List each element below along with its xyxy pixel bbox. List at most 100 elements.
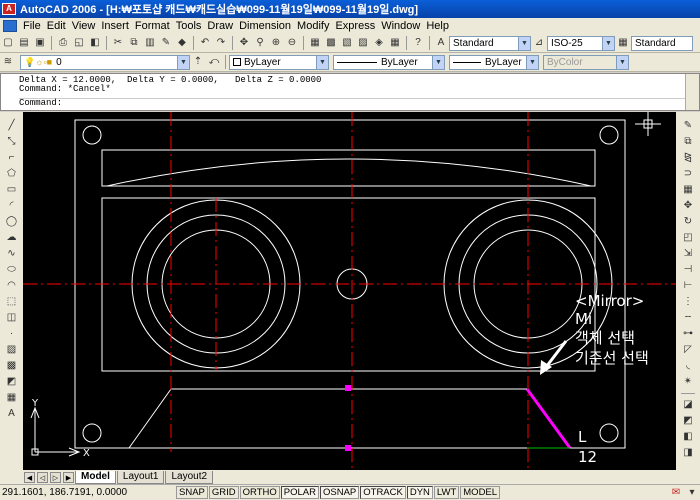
layer-manager-icon[interactable]: ≋ (1, 55, 15, 69)
osnap-toggle[interactable]: OSNAP (319, 486, 360, 499)
line-icon[interactable]: ╱ (5, 119, 19, 133)
spline-icon[interactable]: ∿ (5, 247, 19, 261)
redo-icon[interactable]: ↷ (214, 36, 228, 50)
matchprop-icon[interactable]: ✎ (159, 36, 173, 50)
properties-icon[interactable]: ▦ (308, 36, 322, 50)
arc-icon[interactable]: ◜ (5, 199, 19, 213)
quickcalc-icon[interactable]: ▦ (388, 36, 402, 50)
break-at-point-icon[interactable]: ⋮ (681, 295, 695, 309)
preview-icon[interactable]: ◱ (72, 36, 86, 50)
ortho-toggle[interactable]: ORTHO (239, 486, 280, 499)
construction-line-icon[interactable]: ⤡ (5, 135, 19, 149)
coordinate-readout[interactable]: 291.1601, 186.7191, 0.0000 (0, 487, 176, 498)
autocad-app-icon[interactable]: A (2, 3, 16, 15)
color-select[interactable]: ByLayer ▼ (229, 54, 329, 70)
dyn-toggle[interactable]: DYN (406, 486, 433, 499)
text-style-icon[interactable]: A (434, 36, 448, 50)
circle-icon[interactable]: ◯ (5, 215, 19, 229)
mtext-icon[interactable]: A (5, 407, 19, 421)
layer-previous-icon[interactable]: ⤺ (207, 55, 221, 69)
plot-icon[interactable]: ⎙ (56, 36, 70, 50)
designcenter-icon[interactable]: ▩ (324, 36, 338, 50)
undo-icon[interactable]: ↶ (198, 36, 212, 50)
menu-view[interactable]: View (69, 18, 99, 34)
prev-tab-icon[interactable]: ◁ (37, 471, 48, 483)
explode-icon[interactable]: ✴ (681, 375, 695, 389)
join-icon[interactable]: ⊶ (681, 327, 695, 341)
linetype-select[interactable]: ByLayer ▼ (333, 54, 445, 70)
drawing-canvas[interactable]: <Mirror> Mi 객체 선택 기준선 선택 L 12 Y X (23, 112, 676, 470)
command-line[interactable]: Delta X = 12.0000, Delta Y = 0.0000, Del… (0, 73, 700, 111)
zoom-previous-icon[interactable]: ⊖ (285, 36, 299, 50)
point-icon[interactable]: · (5, 327, 19, 341)
polygon-icon[interactable]: ⬠ (5, 167, 19, 181)
zoom-window-icon[interactable]: ⊕ (269, 36, 283, 50)
polyline-icon[interactable]: ⌐ (5, 151, 19, 165)
menu-help[interactable]: Help (423, 18, 452, 34)
text-style-select[interactable]: Standard ▼ (449, 35, 531, 51)
lwt-toggle[interactable]: LWT (433, 486, 460, 499)
extend-icon[interactable]: ⊢ (681, 279, 695, 293)
menu-format[interactable]: Format (132, 18, 173, 34)
menu-insert[interactable]: Insert (98, 18, 132, 34)
dim-style-icon[interactable]: ⊿ (532, 36, 546, 50)
zoom-realtime-icon[interactable]: ⚲ (253, 36, 267, 50)
move-icon[interactable]: ✥ (681, 199, 695, 213)
grid-toggle[interactable]: GRID (208, 486, 239, 499)
stretch-icon[interactable]: ⇲ (681, 247, 695, 261)
menu-modify[interactable]: Modify (294, 18, 332, 34)
ellipse-arc-icon[interactable]: ◠ (5, 279, 19, 293)
snap-toggle[interactable]: SNAP (176, 486, 208, 499)
draworder-above-icon[interactable]: ◧ (681, 430, 695, 444)
lineweight-select[interactable]: ByLayer ▼ (449, 54, 539, 70)
dim-style-select[interactable]: ISO-25 ▼ (547, 35, 615, 51)
chevron-down-icon[interactable]: ▼ (316, 55, 328, 69)
command-prompt[interactable]: Command: (19, 98, 699, 108)
draworder-under-icon[interactable]: ◨ (681, 446, 695, 460)
chamfer-icon[interactable]: ◸ (681, 343, 695, 357)
first-tab-icon[interactable]: ◀ (24, 471, 35, 483)
otrack-toggle[interactable]: OTRACK (360, 486, 406, 499)
menu-edit[interactable]: Edit (44, 18, 69, 34)
menu-express[interactable]: Express (332, 18, 378, 34)
copy-object-icon[interactable]: ⧉ (681, 135, 695, 149)
layer-select[interactable]: 💡☼▫■ 0 ▼ (20, 54, 190, 70)
next-tab-icon[interactable]: ▷ (50, 471, 61, 483)
table-icon[interactable]: ▦ (5, 391, 19, 405)
menu-window[interactable]: Window (378, 18, 423, 34)
rectangle-icon[interactable]: ▭ (5, 183, 19, 197)
insert-block-icon[interactable]: ⬚ (5, 295, 19, 309)
polar-toggle[interactable]: POLAR (280, 486, 319, 499)
tab-layout1[interactable]: Layout1 (116, 470, 165, 484)
help-icon[interactable]: ? (411, 36, 425, 50)
last-tab-icon[interactable]: ▶ (63, 471, 74, 483)
status-menu-icon[interactable]: ▾ (685, 486, 699, 500)
sheetset-icon[interactable]: ▨ (356, 36, 370, 50)
tool-palettes-icon[interactable]: ▧ (340, 36, 354, 50)
array-icon[interactable]: ▦ (681, 183, 695, 197)
cut-icon[interactable]: ✂ (111, 36, 125, 50)
chevron-down-icon[interactable]: ▼ (602, 36, 614, 50)
menu-draw[interactable]: Draw (204, 18, 236, 34)
table-style-icon[interactable]: ▦ (616, 36, 630, 50)
tab-layout2[interactable]: Layout2 (165, 470, 214, 484)
open-icon[interactable]: ▤ (17, 36, 31, 50)
menu-dimension[interactable]: Dimension (236, 18, 294, 34)
drawing-svg[interactable]: <Mirror> Mi 객체 선택 기준선 선택 L 12 Y X (23, 112, 676, 470)
copy-icon[interactable]: ⧉ (127, 36, 141, 50)
erase-icon[interactable]: ✎ (681, 119, 695, 133)
make-block-icon[interactable]: ◫ (5, 311, 19, 325)
rotate-icon[interactable]: ↻ (681, 215, 695, 229)
chevron-down-icon[interactable]: ▼ (518, 36, 530, 50)
make-current-layer-icon[interactable]: ⇡ (191, 55, 205, 69)
block-editor-icon[interactable]: ◆ (175, 36, 189, 50)
chevron-down-icon[interactable]: ▼ (177, 55, 189, 69)
chevron-down-icon[interactable]: ▼ (432, 55, 444, 69)
paste-icon[interactable]: ▥ (143, 36, 157, 50)
document-icon[interactable] (3, 20, 17, 32)
mirror-icon[interactable]: ⧎ (681, 151, 695, 165)
scale-icon[interactable]: ◰ (681, 231, 695, 245)
qnew-icon[interactable]: ▢ (1, 36, 15, 50)
draworder-front-icon[interactable]: ◪ (681, 398, 695, 412)
publish-icon[interactable]: ◧ (88, 36, 102, 50)
